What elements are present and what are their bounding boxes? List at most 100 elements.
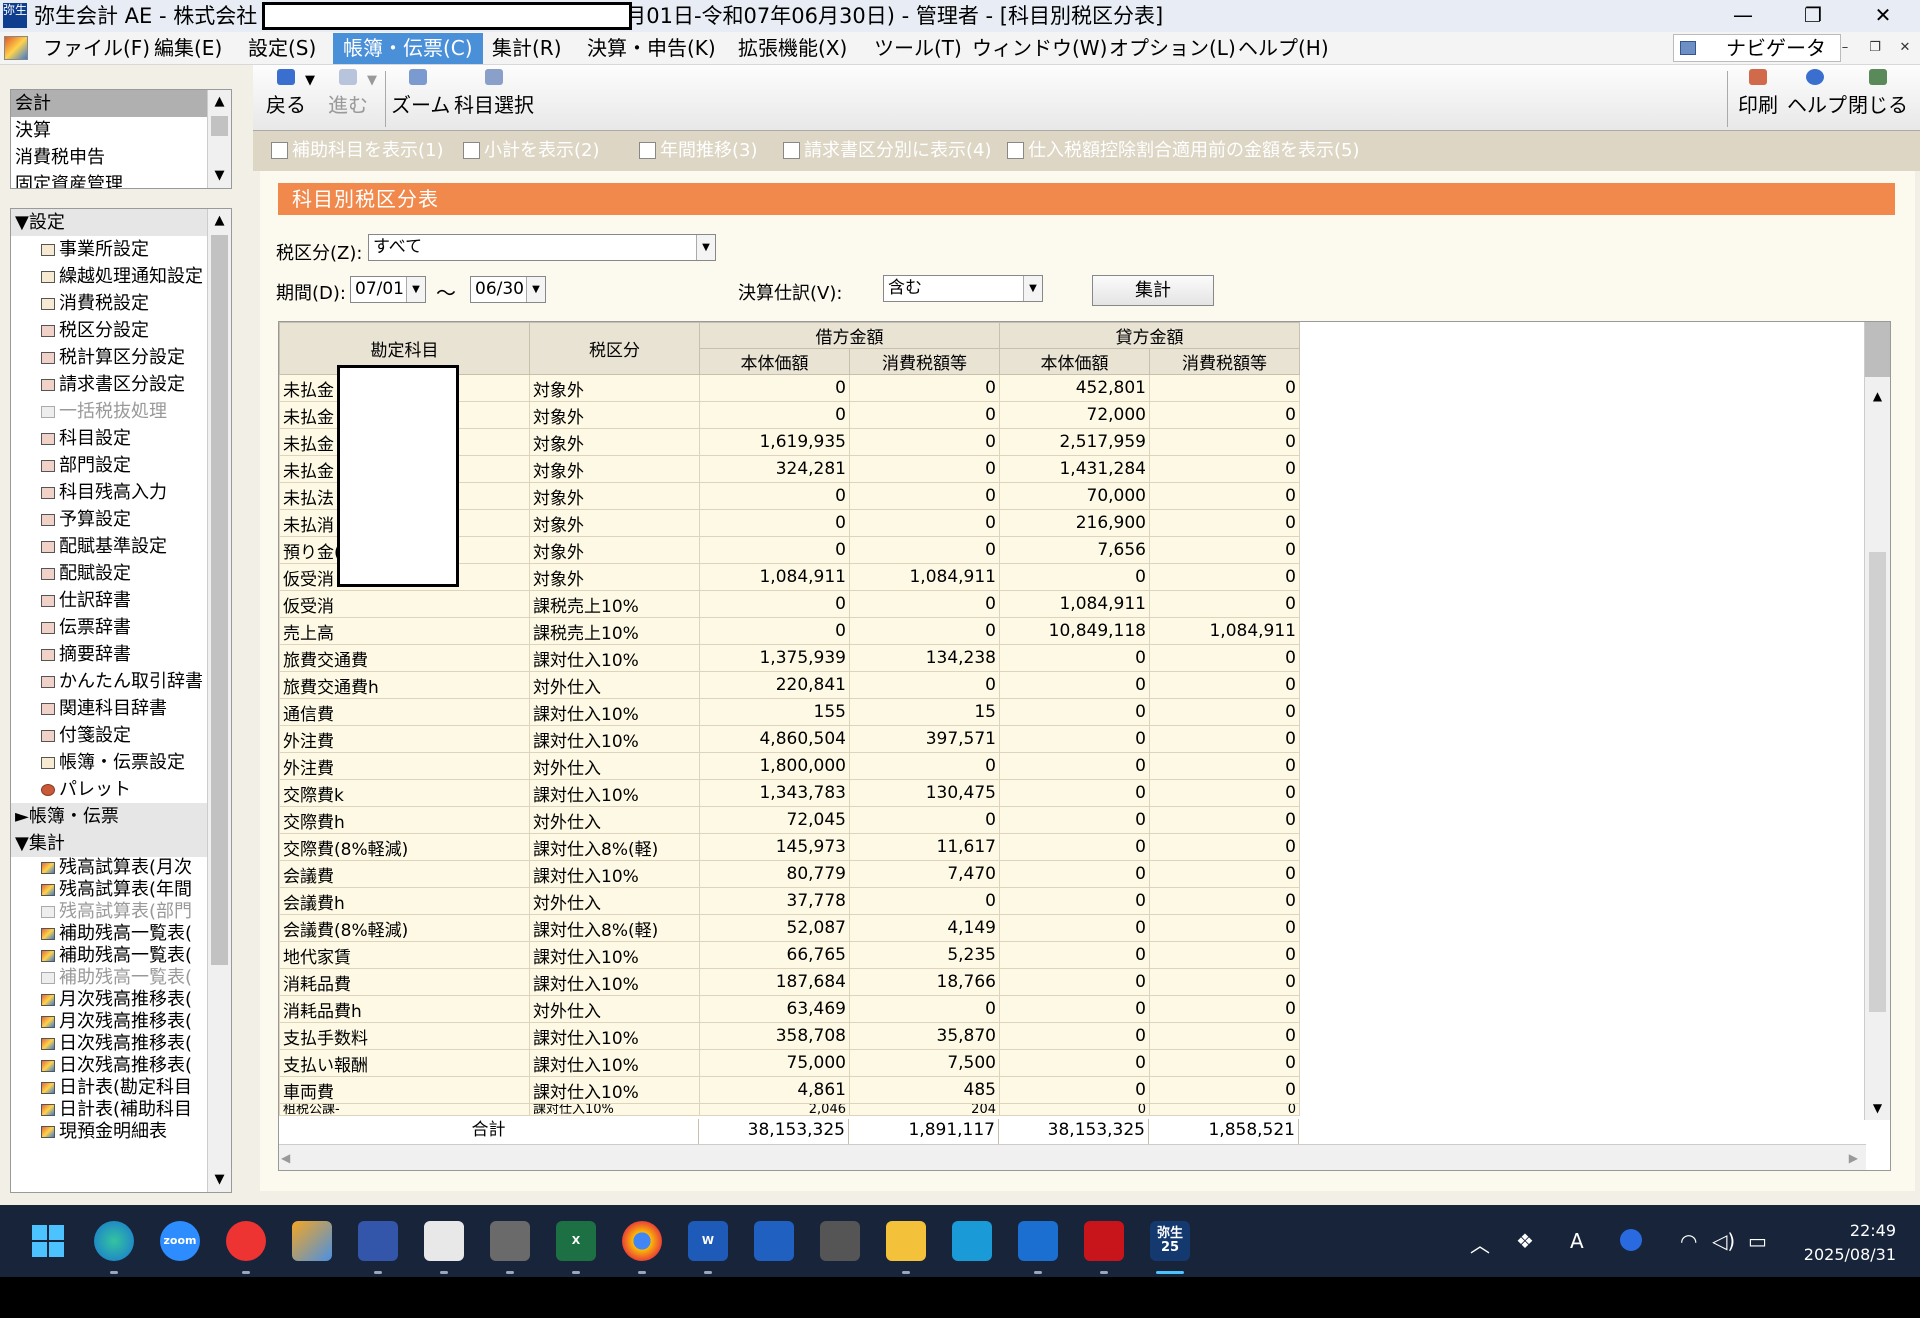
- menu-tools[interactable]: ツール(T): [864, 33, 972, 64]
- table-row[interactable]: 会議費(8%軽減) 課対仕入8%(軽) 52,087 4,149 0 0: [279, 914, 1300, 942]
- ime-pad-icon[interactable]: [358, 1221, 398, 1274]
- table-vertical-scrollbar[interactable]: ▲ ▼: [1864, 322, 1890, 1120]
- table-row[interactable]: 通信費 課対仕入10% 155 15 0 0: [279, 698, 1300, 726]
- windows-start-icon[interactable]: [28, 1221, 68, 1261]
- table-row[interactable]: 売上高 課税売上10% 0 0 10,849,118 1,084,911: [279, 617, 1300, 645]
- child-close-button[interactable]: ✕: [1892, 36, 1918, 60]
- totals-item[interactable]: 補助残高一覧表(: [11, 967, 207, 989]
- settings-item[interactable]: 部門設定: [11, 452, 207, 479]
- menu-edit[interactable]: 編集(E): [144, 33, 232, 64]
- checkbox-icon[interactable]: [1007, 142, 1024, 159]
- chrome-icon[interactable]: [622, 1221, 662, 1274]
- chevron-down-icon[interactable]: ▼: [526, 277, 545, 302]
- totals-item[interactable]: 補助残高一覧表(: [11, 923, 207, 945]
- module-item-accounting[interactable]: 会計: [11, 90, 207, 117]
- file-explorer-icon[interactable]: [886, 1221, 926, 1274]
- totals-item[interactable]: 月次残高推移表(: [11, 1011, 207, 1033]
- close-window-button[interactable]: ✕: [1853, 0, 1913, 32]
- period-to-select[interactable]: 06/30 ▼: [470, 276, 546, 303]
- settings-item[interactable]: 関連科目辞書: [11, 695, 207, 722]
- arrow-app-icon[interactable]: [1018, 1221, 1058, 1274]
- child-restore-button[interactable]: ❐: [1862, 36, 1888, 60]
- scroll-up-icon[interactable]: ▲: [208, 90, 231, 114]
- option-by-invoice-category[interactable]: 請求書区分別に表示(4): [783, 141, 992, 161]
- document-icon[interactable]: [4, 36, 28, 60]
- table-row[interactable]: 地代家賃 課対仕入10% 66,765 5,235 0 0: [279, 941, 1300, 969]
- settings-item[interactable]: 繰越処理通知設定: [11, 263, 207, 290]
- header-credit-tax[interactable]: 消費税額等: [1149, 348, 1300, 375]
- closing-entries-select[interactable]: 含む ▼: [883, 275, 1043, 302]
- wifi-icon[interactable]: ◠: [1680, 1229, 1697, 1253]
- totals-item[interactable]: 現預金明細表: [11, 1121, 207, 1143]
- totals-item[interactable]: 残高試算表(年間: [11, 879, 207, 901]
- settings-item[interactable]: 一括税抜処理: [11, 398, 207, 425]
- settings-item[interactable]: 帳簿・伝票設定: [11, 749, 207, 776]
- settings-item[interactable]: 科目残高入力: [11, 479, 207, 506]
- totals-item[interactable]: 月次残高推移表(: [11, 989, 207, 1011]
- table-row[interactable]: 交際費h 対外仕入 72,045 0 0 0: [279, 806, 1300, 834]
- close-report-button[interactable]: 閉じる: [1847, 69, 1909, 127]
- word-icon[interactable]: W: [688, 1221, 728, 1274]
- scroll-thumb[interactable]: [211, 116, 228, 136]
- module-item-fixed-assets[interactable]: 固定資産管理: [11, 171, 207, 188]
- minimize-button[interactable]: —: [1713, 0, 1773, 32]
- edge-icon[interactable]: [94, 1221, 134, 1274]
- tree-scrollbar[interactable]: ▲ ▼: [207, 209, 231, 1192]
- checkbox-icon[interactable]: [463, 142, 480, 159]
- back-dropdown-icon[interactable]: ▼: [305, 73, 315, 88]
- system-clock[interactable]: 22:49 2025/08/31: [1804, 1219, 1896, 1267]
- forward-dropdown-icon[interactable]: ▼: [367, 73, 377, 88]
- table-row[interactable]: 車両費 課対仕入10% 4,861 485 0 0: [279, 1076, 1300, 1104]
- settings-item[interactable]: 摘要辞書: [11, 641, 207, 668]
- tax-category-select[interactable]: すべて ▼: [368, 234, 716, 261]
- child-minimize-button[interactable]: –: [1832, 36, 1858, 60]
- table-row[interactable]: 交際費k 課対仕入10% 1,343,783 130,475 0 0: [279, 779, 1300, 807]
- chevron-down-icon[interactable]: ▼: [696, 235, 715, 260]
- checkbox-icon[interactable]: [271, 142, 288, 159]
- settings-item[interactable]: 伝票辞書: [11, 614, 207, 641]
- snipping-tool-icon[interactable]: [424, 1221, 464, 1274]
- status-app-icon[interactable]: [1620, 1229, 1642, 1251]
- scroll-left-icon[interactable]: ◀: [281, 1145, 290, 1171]
- acrobat-icon[interactable]: [1084, 1221, 1124, 1274]
- menu-totals[interactable]: 集計(R): [482, 33, 572, 64]
- paint-icon[interactable]: [292, 1221, 332, 1261]
- settings-item[interactable]: 請求書区分設定: [11, 371, 207, 398]
- module-item-consumption-tax[interactable]: 消費税申告: [11, 144, 207, 171]
- function-tree[interactable]: ▼設定 事業所設定 繰越処理通知設定 消費税設定 税区分設定 税計算区分設定 請求書区分設…: [10, 208, 232, 1193]
- settings-item[interactable]: 消費税設定: [11, 290, 207, 317]
- s-app-icon[interactable]: [952, 1221, 992, 1261]
- menu-closing[interactable]: 決算・申告(K): [577, 33, 726, 64]
- table-row[interactable]: 外注費 課対仕入10% 4,860,504 397,571 0 0: [279, 725, 1300, 753]
- menu-window[interactable]: ウィンドウ(W): [962, 33, 1117, 64]
- period-from-select[interactable]: 07/01 ▼: [350, 276, 426, 303]
- menu-books[interactable]: 帳簿・伝票(C): [333, 33, 483, 64]
- yayoi-taskbar-icon[interactable]: 弥生 25: [1150, 1221, 1190, 1261]
- table-row[interactable]: 消耗品費h 対外仕入 63,469 0 0 0: [279, 995, 1300, 1023]
- settings-item[interactable]: 配賦基準設定: [11, 533, 207, 560]
- module-scrollbar[interactable]: ▲ ▼: [207, 90, 231, 188]
- back-button[interactable]: 戻る ▼: [257, 69, 315, 127]
- table-row[interactable]: 外注費 対外仕入 1,800,000 0 0 0: [279, 752, 1300, 780]
- totals-item[interactable]: 日計表(勘定科目: [11, 1077, 207, 1099]
- ime-mode-indicator[interactable]: A: [1570, 1229, 1584, 1253]
- checkbox-icon[interactable]: [639, 142, 656, 159]
- totals-item[interactable]: 日次残高推移表(: [11, 1055, 207, 1077]
- table-row[interactable]: 会議費h 対外仕入 37,778 0 0 0: [279, 887, 1300, 915]
- settings-item[interactable]: 税計算区分設定: [11, 344, 207, 371]
- header-debit-base[interactable]: 本体価額: [699, 348, 850, 375]
- menu-file[interactable]: ファイル(F): [33, 33, 160, 64]
- option-annual-trend[interactable]: 年間推移(3): [639, 141, 758, 161]
- table-row[interactable]: 会議費 課対仕入10% 80,779 7,470 0 0: [279, 860, 1300, 888]
- settings-item[interactable]: 科目設定: [11, 425, 207, 452]
- table-row[interactable]: 旅費交通費h 対外仕入 220,841 0 0 0: [279, 671, 1300, 699]
- microphone-icon[interactable]: [490, 1221, 530, 1274]
- zoom-button[interactable]: ズーム: [391, 69, 450, 127]
- table-row[interactable]: 交際費(8%軽減) 課対仕入8%(軽) 145,973 11,617 0 0: [279, 833, 1300, 861]
- totals-item[interactable]: 残高試算表(部門: [11, 901, 207, 923]
- excel-icon[interactable]: X: [556, 1221, 596, 1274]
- help-button[interactable]: ヘルプ: [1787, 69, 1847, 127]
- tree-header-books[interactable]: ►帳簿・伝票: [11, 803, 207, 830]
- table-row[interactable]: 支払い報酬 課対仕入10% 75,000 7,500 0 0: [279, 1049, 1300, 1077]
- scroll-down-icon[interactable]: ▼: [1865, 1096, 1890, 1120]
